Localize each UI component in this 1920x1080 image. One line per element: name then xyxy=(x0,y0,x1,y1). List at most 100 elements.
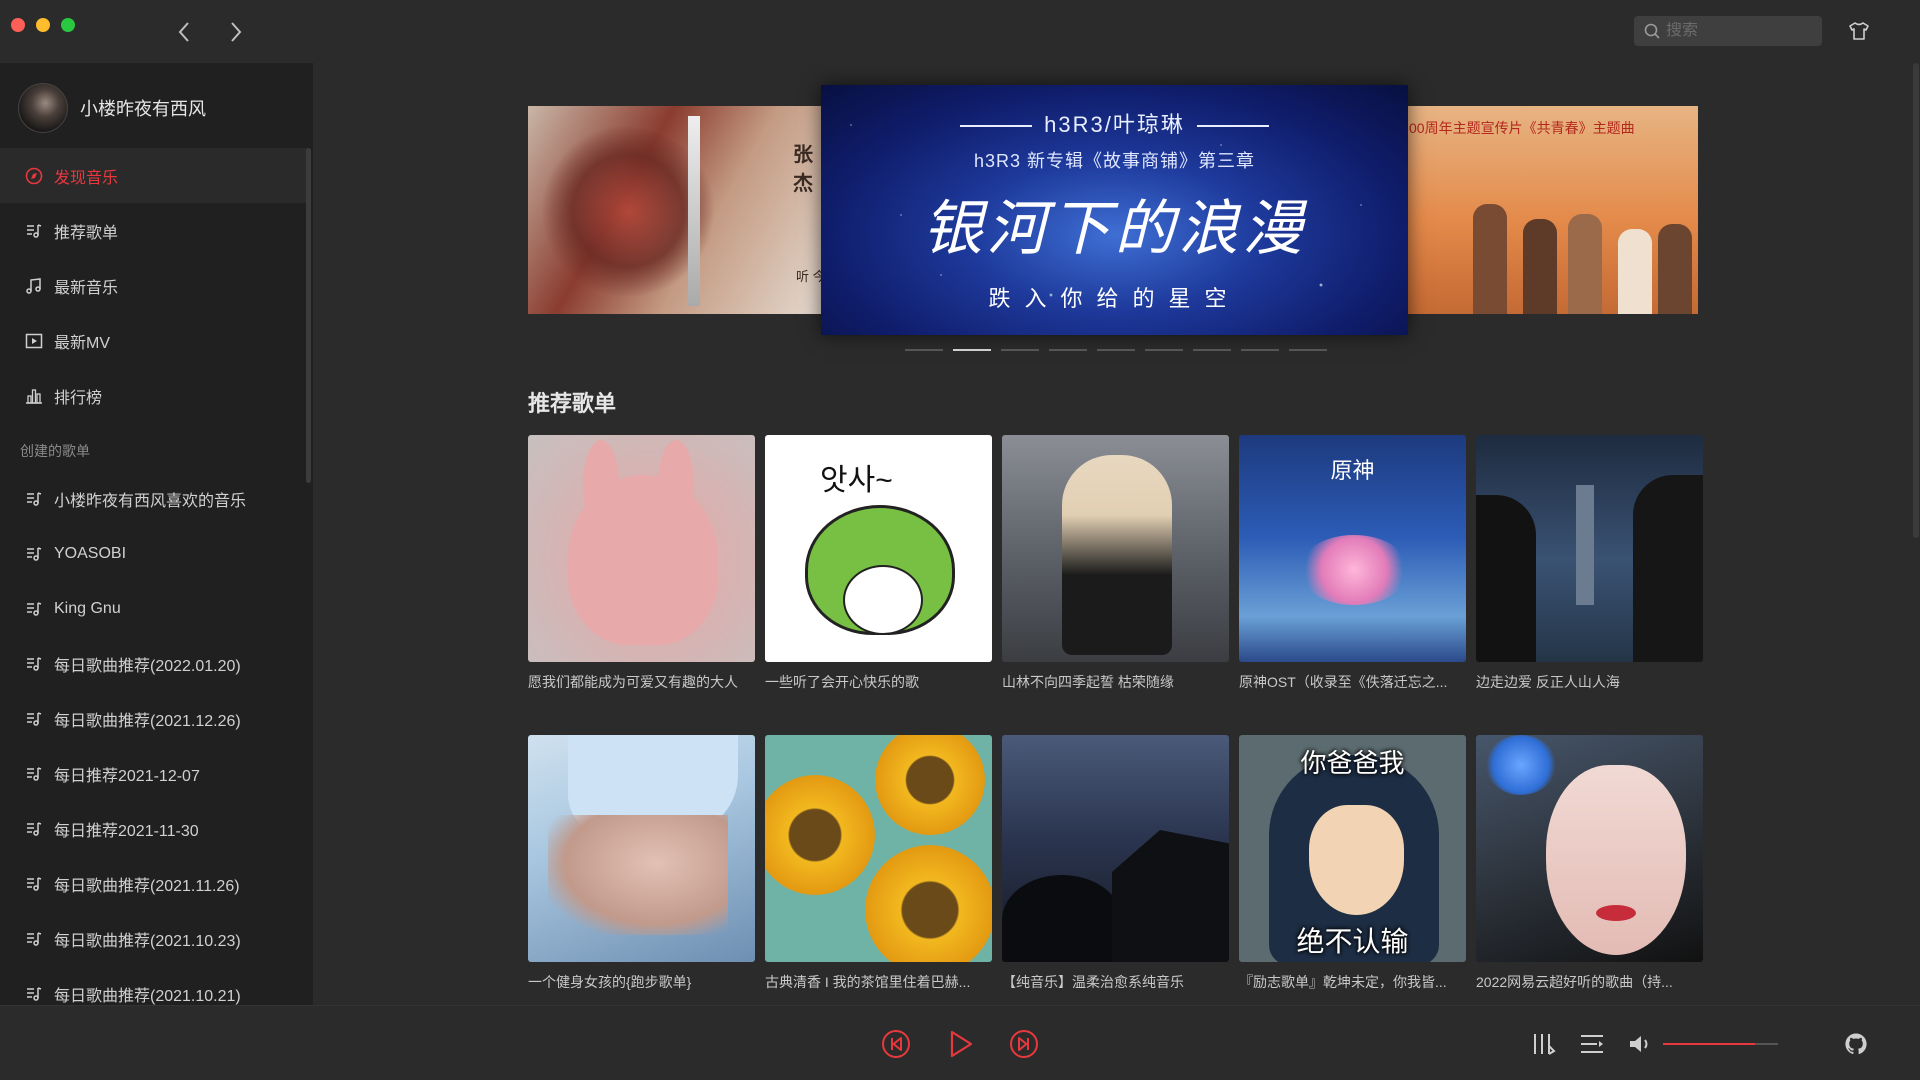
playlist-cover[interactable]: 原神 xyxy=(1239,435,1466,662)
previous-button[interactable] xyxy=(880,1028,912,1060)
sidebar-playlist-item[interactable]: 每日歌曲推荐(2021.10.23) xyxy=(0,911,306,966)
window-maximize-button[interactable] xyxy=(61,18,75,32)
carousel-dot[interactable] xyxy=(1241,349,1279,351)
playlist-cover[interactable] xyxy=(1476,435,1703,662)
music-note-icon xyxy=(24,276,44,296)
sidebar-item-new-mv[interactable]: 最新MV xyxy=(0,313,306,368)
sidebar-playlist-item[interactable]: 每日歌曲推荐(2021.12.26) xyxy=(0,691,306,746)
playlist-card[interactable]: 古典清香 I 我的茶馆里住着巴赫... xyxy=(765,735,992,992)
chart-icon xyxy=(24,386,44,406)
playlist-icon xyxy=(24,221,44,241)
playlist-title[interactable]: 【纯音乐】温柔治愈系纯音乐 xyxy=(1002,972,1229,992)
playlist-icon xyxy=(24,709,44,729)
github-button[interactable] xyxy=(1842,1030,1870,1058)
playlist-title[interactable]: 愿我们都能成为可爱又有趣的大人 xyxy=(528,672,755,692)
volume-button[interactable] xyxy=(1626,1030,1654,1058)
user-profile[interactable]: 小楼昨夜有西风 xyxy=(18,81,206,135)
carousel-dot[interactable] xyxy=(1001,349,1039,351)
sidebar-item-charts[interactable]: 排行榜 xyxy=(0,368,306,423)
playlist-icon xyxy=(24,764,44,784)
sidebar-item-playlists[interactable]: 推荐歌单 xyxy=(0,203,306,258)
playlist-cover[interactable] xyxy=(1002,435,1229,662)
playlist-card[interactable]: 边走边爱 反正人山人海 xyxy=(1476,435,1703,692)
cover-text: 绝不认输 xyxy=(1296,926,1409,957)
banner-slide-next[interactable]: 00周年主题宣传片《共青春》主题曲 xyxy=(1403,106,1698,314)
playlist-title[interactable]: 一些听了会开心快乐的歌 xyxy=(765,672,992,692)
main-scrollbar[interactable] xyxy=(1913,63,1919,538)
search-input[interactable] xyxy=(1666,22,1816,40)
carousel-dot[interactable] xyxy=(1193,349,1231,351)
playlist-card[interactable]: 原神 原神OST（收录至《佚落迁忘之... xyxy=(1239,435,1466,692)
back-button[interactable] xyxy=(170,18,198,46)
playlist-card[interactable]: 你爸爸我 绝不认输 『励志歌单』乾坤未定，你我皆... xyxy=(1239,735,1466,992)
section-title-recommended[interactable]: 推荐歌单 xyxy=(528,386,616,418)
banner-slide-previous[interactable]: 张杰 听 今 xyxy=(528,106,828,314)
sidebar-item-discover[interactable]: 发现音乐 xyxy=(0,148,306,203)
person-artwork xyxy=(1062,455,1172,655)
playlist-queue-button[interactable] xyxy=(1578,1030,1606,1058)
avatar[interactable] xyxy=(18,83,68,133)
sidebar-scrollbar[interactable] xyxy=(306,148,311,483)
playlist-card[interactable]: 山林不向四季起誓 枯荣随缘 xyxy=(1002,435,1229,692)
playlist-title[interactable]: 原神OST（收录至《佚落迁忘之... xyxy=(1239,672,1466,692)
playlist-icon xyxy=(24,874,44,894)
playlist-card[interactable]: 愿我们都能成为可爱又有趣的大人 xyxy=(528,435,755,692)
play-button[interactable] xyxy=(945,1026,977,1062)
playlist-cover[interactable] xyxy=(765,735,992,962)
cover-logo-text: 原神 xyxy=(1330,458,1375,483)
playlist-cover[interactable]: 앗사~ xyxy=(765,435,992,662)
window-close-button[interactable] xyxy=(11,18,25,32)
playlist-title[interactable]: 2022网易云超好听的歌曲（持... xyxy=(1476,972,1703,992)
playlist-title[interactable]: 一个健身女孩的{跑步歌单} xyxy=(528,972,755,992)
next-icon xyxy=(1010,1030,1038,1058)
carousel-dot[interactable] xyxy=(1145,349,1183,351)
playlist-card[interactable]: 【纯音乐】温柔治愈系纯音乐 xyxy=(1002,735,1229,992)
search-icon xyxy=(1644,23,1660,39)
figure-artwork xyxy=(1523,219,1557,314)
banner-title: 银河下的浪漫 xyxy=(922,194,1307,264)
sidebar-playlist-item[interactable]: 每日歌曲推荐(2021.10.21) xyxy=(0,966,306,1005)
skin-button[interactable] xyxy=(1846,18,1872,44)
sidebar-playlist-item[interactable]: 每日歌曲推荐(2022.01.20) xyxy=(0,636,306,691)
playlist-card[interactable]: 2022网易云超好听的歌曲（持... xyxy=(1476,735,1703,992)
playlist-cover[interactable] xyxy=(1476,735,1703,962)
carousel-dot[interactable] xyxy=(1049,349,1087,351)
carousel-dot[interactable] xyxy=(1289,349,1327,351)
carousel-dot[interactable] xyxy=(905,349,943,351)
playlist-title[interactable]: 山林不向四季起誓 枯荣随缘 xyxy=(1002,672,1229,692)
sidebar-playlist-item[interactable]: 每日推荐2021-12-07 xyxy=(0,746,306,801)
playlist-cover[interactable]: 你爸爸我 绝不认输 xyxy=(1239,735,1466,962)
play-icon xyxy=(950,1030,973,1058)
banner-artist: h3R3/叶琼琳 xyxy=(821,107,1408,139)
playlist-title[interactable]: 古典清香 I 我的茶馆里住着巴赫... xyxy=(765,972,992,992)
playlist-queue-icon xyxy=(1581,1035,1603,1053)
sidebar-item-label: 排行榜 xyxy=(54,389,103,407)
sidebar-item-new-music[interactable]: 最新音乐 xyxy=(0,258,306,313)
equalizer-icon xyxy=(1534,1034,1556,1055)
rose-artwork xyxy=(1486,735,1556,795)
search-box[interactable] xyxy=(1634,16,1822,46)
window-minimize-button[interactable] xyxy=(36,18,50,32)
sidebar-playlist-item[interactable]: 每日推荐2021-11-30 xyxy=(0,801,306,856)
sidebar-playlist-item[interactable]: YOASOBI xyxy=(0,526,306,581)
next-button[interactable] xyxy=(1008,1028,1040,1060)
equalizer-button[interactable] xyxy=(1530,1030,1558,1058)
playlist-cover[interactable] xyxy=(1002,735,1229,962)
volume-icon xyxy=(1630,1036,1648,1052)
carousel-dot[interactable] xyxy=(1097,349,1135,351)
figure-artwork xyxy=(1473,204,1507,314)
sidebar-playlist-item[interactable]: King Gnu xyxy=(0,581,306,636)
playlist-cover[interactable] xyxy=(528,435,755,662)
face-artwork xyxy=(1309,805,1404,915)
sidebar-playlist-item[interactable]: 小楼昨夜有西风喜欢的音乐 xyxy=(0,471,306,526)
playlist-card[interactable]: 앗사~ 一些听了会开心快乐的歌 xyxy=(765,435,992,692)
playlist-title[interactable]: 边走边爱 反正人山人海 xyxy=(1476,672,1703,692)
carousel-dot-active[interactable] xyxy=(953,349,991,351)
forward-button[interactable] xyxy=(222,18,250,46)
sidebar-playlist-item[interactable]: 每日歌曲推荐(2021.11.26) xyxy=(0,856,306,911)
volume-slider[interactable] xyxy=(1663,1043,1778,1045)
playlist-title[interactable]: 『励志歌单』乾坤未定，你我皆... xyxy=(1239,972,1466,992)
banner-slide-current[interactable]: h3R3/叶琼琳 h3R3 新专辑《故事商铺》第三章 银河下的浪漫 跌入你给的星… xyxy=(821,85,1408,335)
playlist-card[interactable]: 一个健身女孩的{跑步歌单} xyxy=(528,735,755,992)
playlist-cover[interactable] xyxy=(528,735,755,962)
